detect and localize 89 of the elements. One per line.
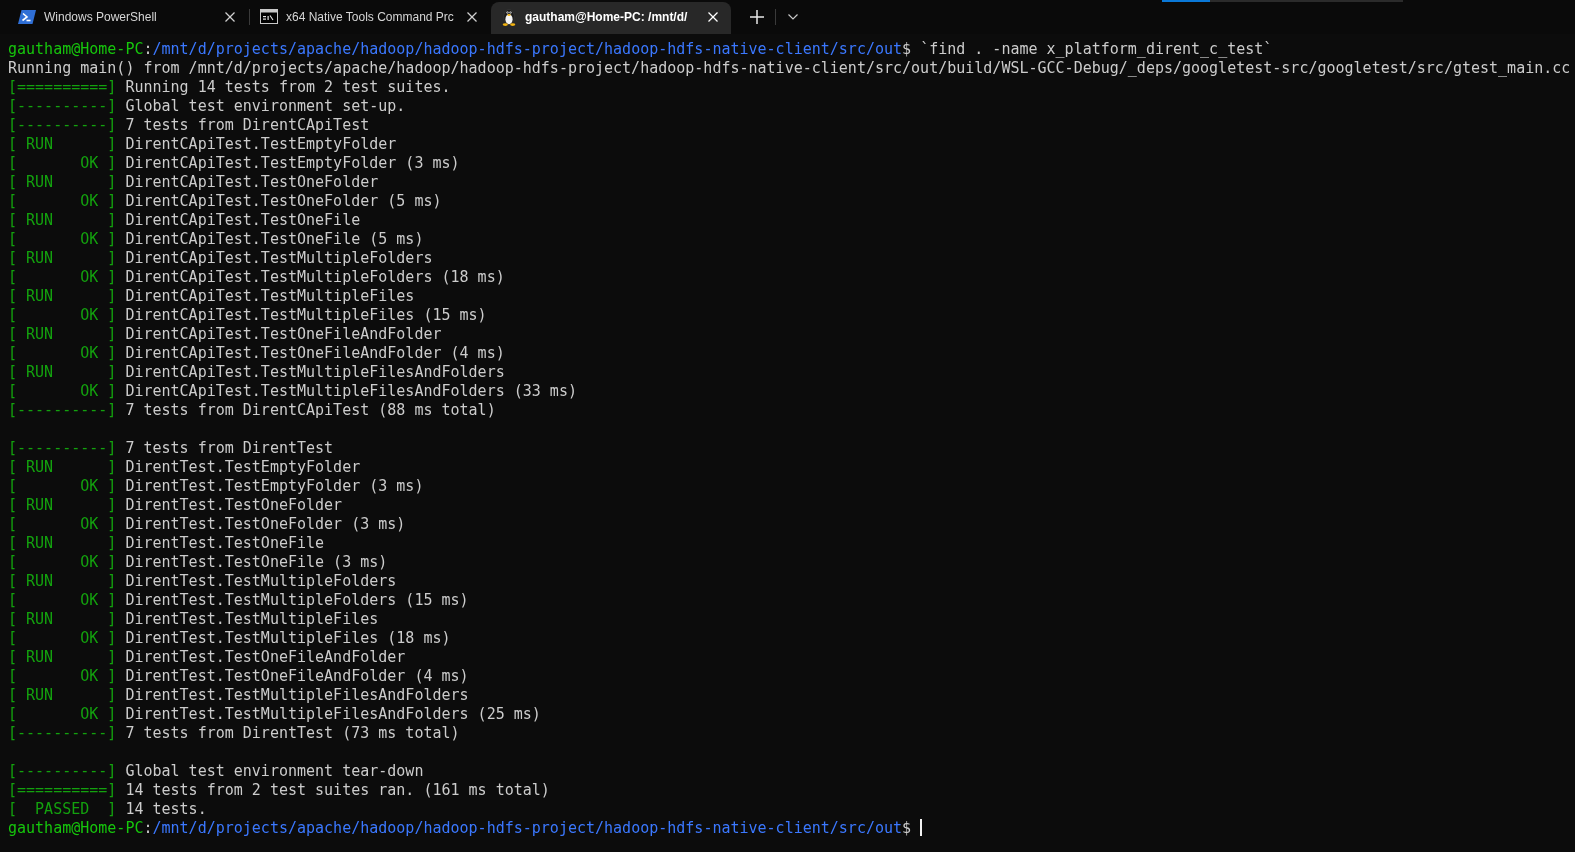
test-status-tag: [----------] (8, 401, 117, 419)
output-text: 7 tests from DirentCApiTest (88 ms total) (125, 401, 496, 419)
output-text: Running main() from /mnt/d/projects/apache/hadoop/hadoop-hdfs-project/hadoop-hdfs-native-client/src/out/build/WSL-GCC-Debug/_deps/googletest-src/googletest/src/gtest_main.cc (8, 59, 1571, 77)
output-text: DirentCApiTest.TestOneFileAndFolder (4 ms) (125, 344, 505, 362)
output-text: DirentTest.TestOneFile (125, 534, 325, 552)
test-status-tag: [ OK ] (8, 629, 117, 647)
shell-prompt: gautham@Home-PC:/mnt/d/projects/apache/hadoop/hadoop-hdfs-project/hadoop-hdfs-native-client/src/out$ (8, 819, 912, 837)
test-status-tag: [==========] (8, 78, 117, 96)
test-status-tag: [ OK ] (8, 477, 117, 495)
output-text: DirentCApiTest.TestMultipleFilesAndFolders (33 ms) (125, 382, 577, 400)
close-icon (708, 11, 718, 22)
output-text: DirentTest.TestEmptyFolder (3 ms) (125, 477, 424, 495)
output-text: 7 tests from DirentTest (73 ms total) (125, 724, 460, 742)
test-status-tag: [ OK ] (8, 230, 117, 248)
test-status-tag: [ RUN ] (8, 572, 117, 590)
output-text: DirentCApiTest.TestMultipleFilesAndFolders (125, 363, 505, 381)
command-text: `find . -name x_platform_dirent_c_test` (920, 40, 1273, 58)
output-text: DirentTest.TestOneFileAndFolder (4 ms) (125, 667, 469, 685)
test-status-tag: [----------] (8, 116, 117, 134)
test-status-tag: [ RUN ] (8, 496, 117, 514)
output-text: 7 tests from DirentCApiTest (125, 116, 370, 134)
output-text: DirentCApiTest.TestOneFile (5 ms) (125, 230, 424, 248)
test-status-tag: [----------] (8, 724, 117, 742)
output-text: Global test environment tear-down (125, 762, 424, 780)
output-text: 7 tests from DirentTest (125, 439, 334, 457)
test-status-tag: [ RUN ] (8, 287, 117, 305)
test-status-tag: [ OK ] (8, 154, 117, 172)
shell-prompt: gautham@Home-PC:/mnt/d/projects/apache/hadoop/hadoop-hdfs-project/hadoop-hdfs-native-client/src/out$ (8, 40, 912, 58)
test-status-tag: [----------] (8, 762, 117, 780)
output-text: DirentCApiTest.TestEmptyFolder (3 ms) (125, 154, 460, 172)
test-status-tag: [ RUN ] (8, 610, 117, 628)
output-text: DirentTest.TestOneFileAndFolder (125, 648, 406, 666)
output-text: DirentCApiTest.TestMultipleFiles (15 ms) (125, 306, 487, 324)
output-text: DirentCApiTest.TestMultipleFolders (125, 249, 433, 267)
test-status-tag: [ RUN ] (8, 135, 117, 153)
output-text: DirentTest.TestMultipleFolders (125, 572, 397, 590)
test-status-tag: [ OK ] (8, 192, 117, 210)
output-text: DirentCApiTest.TestMultipleFiles (125, 287, 415, 305)
test-status-tag: [ RUN ] (8, 458, 117, 476)
output-text: DirentCApiTest.TestOneFile (125, 211, 361, 229)
output-text: DirentTest.TestOneFile (3 ms) (125, 553, 388, 571)
test-status-tag: [ PASSED ] (8, 800, 117, 818)
output-text: DirentTest.TestMultipleFolders (15 ms) (125, 591, 469, 609)
test-status-tag: [ OK ] (8, 515, 117, 533)
test-status-tag: [ RUN ] (8, 211, 117, 229)
output-text: DirentTest.TestOneFolder (3 ms) (125, 515, 406, 533)
test-status-tag: [ OK ] (8, 705, 117, 723)
output-text: DirentCApiTest.TestOneFolder (125, 173, 379, 191)
test-status-tag: [ RUN ] (8, 648, 117, 666)
output-text: Running 14 tests from 2 test suites. (125, 78, 451, 96)
tab[interactable]: gautham@Home-PC: /mnt/d/ (491, 2, 731, 34)
test-status-tag: [ OK ] (8, 268, 117, 286)
test-status-tag: [ OK ] (8, 344, 117, 362)
test-status-tag: [ RUN ] (8, 173, 117, 191)
output-text: DirentCApiTest.TestMultipleFolders (18 ms) (125, 268, 505, 286)
test-status-tag: [ RUN ] (8, 686, 117, 704)
test-status-tag: [ RUN ] (8, 363, 117, 381)
console-window-icon (260, 9, 278, 24)
chevron-down-icon (788, 14, 798, 20)
test-status-tag: [ RUN ] (8, 249, 117, 267)
output-text: DirentTest.TestOneFolder (125, 496, 343, 514)
output-text: 14 tests from 2 test suites ran. (161 ms total) (125, 781, 550, 799)
output-text: Global test environment set-up. (125, 97, 406, 115)
terminal-prompt-icon (18, 9, 36, 24)
output-text: DirentCApiTest.TestEmptyFolder (125, 135, 397, 153)
test-status-tag: [----------] (8, 439, 117, 457)
tab[interactable]: Windows PowerShell (8, 2, 248, 34)
test-status-tag: [ OK ] (8, 306, 117, 324)
close-icon (225, 11, 235, 22)
close-icon (467, 11, 477, 22)
test-status-tag: [==========] (8, 781, 117, 799)
output-text: DirentTest.TestMultipleFilesAndFolders (25 ms) (125, 705, 541, 723)
test-status-tag: [ RUN ] (8, 534, 117, 552)
test-status-tag: [ OK ] (8, 667, 117, 685)
output-text: DirentTest.TestEmptyFolder (125, 458, 361, 476)
output-text: DirentCApiTest.TestOneFileAndFolder (125, 325, 442, 343)
test-status-tag: [ RUN ] (8, 325, 117, 343)
output-text: DirentTest.TestMultipleFiles (18 ms) (125, 629, 451, 647)
output-text: DirentTest.TestMultipleFilesAndFolders (125, 686, 469, 704)
tab[interactable]: x64 Native Tools Command Prc (250, 2, 490, 34)
output-text: DirentCApiTest.TestOneFolder (5 ms) (125, 192, 442, 210)
penguin-icon (501, 7, 517, 26)
test-status-tag: [----------] (8, 97, 117, 115)
test-status-tag: [ OK ] (8, 553, 117, 571)
output-text: DirentTest.TestMultipleFiles (125, 610, 379, 628)
test-status-tag: [ OK ] (8, 382, 117, 400)
plus-icon (750, 10, 764, 24)
output-text: 14 tests. (125, 800, 207, 818)
test-status-tag: [ OK ] (8, 591, 117, 609)
